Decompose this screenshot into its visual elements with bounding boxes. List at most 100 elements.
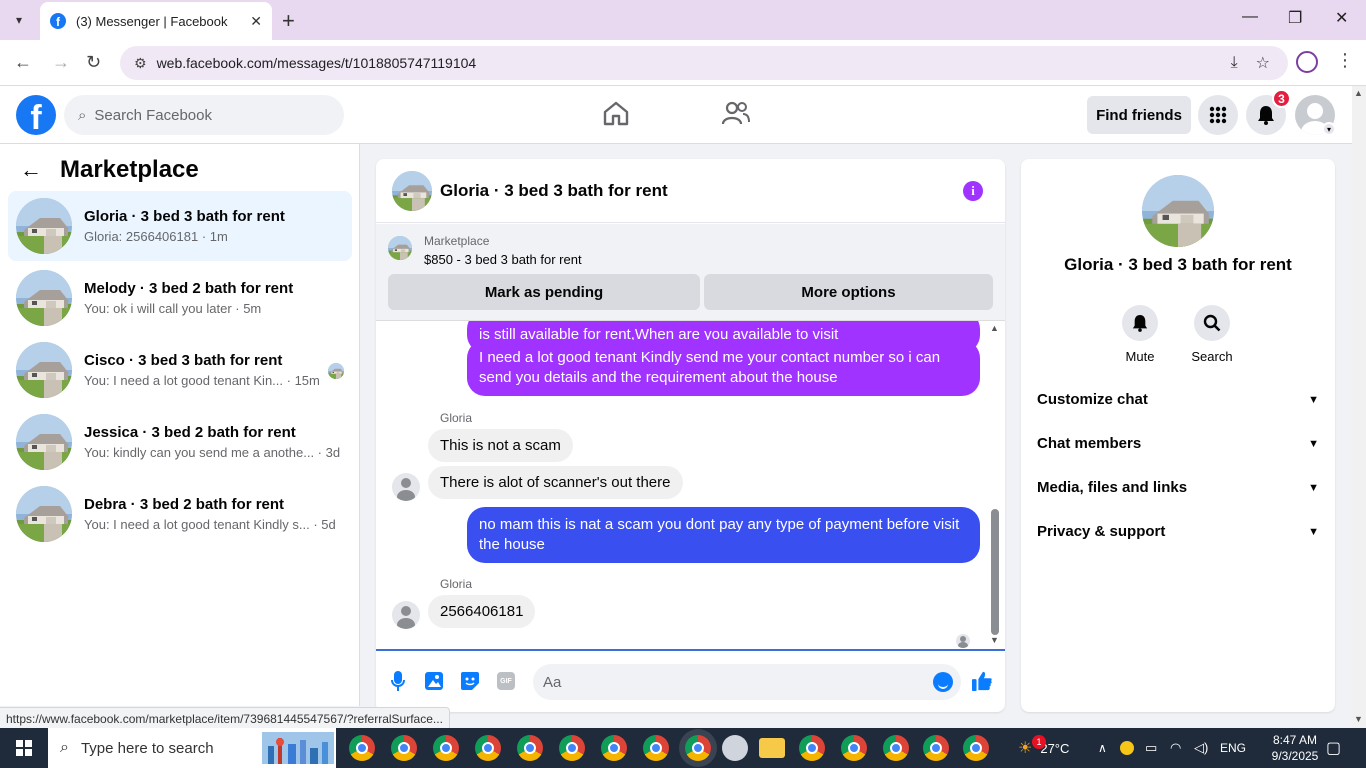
address-bar[interactable]: ⚙ web.facebook.com/messages/t/1018805747… bbox=[120, 46, 1288, 80]
chrome-icon[interactable] bbox=[963, 735, 989, 761]
url-text[interactable]: web.facebook.com/messages/t/101880574711… bbox=[157, 55, 1231, 71]
chrome-icon[interactable] bbox=[475, 735, 501, 761]
friends-icon[interactable] bbox=[721, 100, 751, 133]
chrome-icon[interactable] bbox=[643, 735, 669, 761]
incoming-message[interactable]: This is not a scam bbox=[428, 429, 573, 462]
outgoing-message[interactable]: I need a lot good tenant Kindly send me … bbox=[467, 340, 980, 396]
listing-thumbnail[interactable] bbox=[388, 236, 412, 260]
microphone-icon[interactable] bbox=[388, 671, 408, 691]
tray-app-icon[interactable] bbox=[1120, 728, 1134, 768]
conversation-item[interactable]: Melody · 3 bed 2 bath for rent You: ok i… bbox=[8, 263, 352, 333]
message-list[interactable]: is still available for rent,When are you… bbox=[376, 321, 1005, 649]
incoming-message[interactable]: There is alot of scanner's out there bbox=[428, 466, 683, 499]
find-friends-button[interactable]: Find friends bbox=[1087, 96, 1191, 134]
account-caret-icon[interactable]: ▾ bbox=[1322, 122, 1336, 136]
network-icon[interactable]: ◠ bbox=[1170, 728, 1181, 768]
minimize-icon[interactable]: — bbox=[1242, 8, 1258, 26]
more-options-button[interactable]: More options bbox=[704, 274, 993, 310]
thumbs-up-icon[interactable] bbox=[972, 671, 992, 691]
chrome-icon[interactable] bbox=[923, 735, 949, 761]
mark-as-pending-button[interactable]: Mark as pending bbox=[388, 274, 700, 310]
scroll-down-icon[interactable]: ▼ bbox=[1354, 714, 1363, 724]
back-arrow-icon[interactable]: ← bbox=[20, 157, 42, 183]
facebook-logo-icon[interactable]: f bbox=[16, 95, 56, 135]
taskbar-search-input[interactable] bbox=[80, 739, 251, 757]
browser-profile-icon[interactable] bbox=[1296, 51, 1318, 73]
message-input-box[interactable] bbox=[533, 664, 961, 700]
language-indicator[interactable]: ENG bbox=[1220, 728, 1246, 768]
chrome-icon[interactable] bbox=[799, 735, 825, 761]
chrome-icon[interactable] bbox=[559, 735, 585, 761]
page-scrollbar[interactable]: ▲ ▼ bbox=[1352, 86, 1366, 728]
file-explorer-icon[interactable] bbox=[759, 738, 785, 758]
chrome-icon[interactable] bbox=[841, 735, 867, 761]
browser-tab[interactable]: f (3) Messenger | Facebook ✕ bbox=[40, 2, 272, 40]
listing-avatar[interactable] bbox=[1142, 175, 1214, 247]
scroll-up-icon[interactable]: ▲ bbox=[990, 323, 999, 333]
media-files-links-section[interactable]: Media, files and links ▼ bbox=[1037, 479, 1319, 496]
battery-icon[interactable]: ▭ bbox=[1145, 728, 1157, 768]
facebook-search-input[interactable] bbox=[94, 106, 315, 124]
chrome-icon[interactable] bbox=[883, 735, 909, 761]
notification-center-icon[interactable]: ▢ bbox=[1326, 728, 1341, 768]
app-icon[interactable] bbox=[722, 735, 748, 761]
home-icon[interactable] bbox=[602, 100, 630, 133]
menu-grid-icon[interactable] bbox=[1198, 95, 1238, 135]
chrome-icon[interactable] bbox=[391, 735, 417, 761]
outgoing-message[interactable]: no mam this is nat a scam you dont pay a… bbox=[467, 507, 980, 563]
clock[interactable]: 8:47 AM 9/3/2025 bbox=[1262, 732, 1328, 764]
reload-icon[interactable]: ↻ bbox=[86, 52, 101, 73]
weather-widget[interactable]: ☀ 27°C bbox=[1018, 728, 1069, 768]
chrome-icon[interactable] bbox=[685, 735, 711, 761]
conversation-item[interactable]: Cisco · 3 bed 3 bath for rent You: I nee… bbox=[8, 335, 352, 405]
chrome-icon[interactable] bbox=[433, 735, 459, 761]
bell-icon[interactable] bbox=[1122, 305, 1158, 341]
chevron-down-icon: ▼ bbox=[1308, 481, 1319, 494]
browser-menu-icon[interactable]: ⋮ bbox=[1336, 50, 1354, 71]
photo-icon[interactable] bbox=[424, 671, 444, 691]
conversation-item[interactable]: Gloria · 3 bed 3 bath for rent Gloria: 2… bbox=[8, 191, 352, 261]
conversation-item[interactable]: Jessica · 3 bed 2 bath for rent You: kin… bbox=[8, 407, 352, 477]
window-close-icon[interactable]: ✕ bbox=[1335, 8, 1348, 28]
start-button[interactable] bbox=[0, 728, 48, 768]
chat-members-section[interactable]: Chat members ▼ bbox=[1037, 435, 1319, 452]
customize-chat-section[interactable]: Customize chat ▼ bbox=[1037, 391, 1319, 408]
chat-title[interactable]: Gloria · 3 bed 3 bath for rent bbox=[440, 181, 668, 201]
mute-action[interactable]: Mute bbox=[1110, 305, 1170, 364]
site-info-icon[interactable]: ⚙ bbox=[134, 55, 147, 72]
chrome-icon[interactable] bbox=[601, 735, 627, 761]
chrome-icon[interactable] bbox=[517, 735, 543, 761]
emoji-icon[interactable] bbox=[933, 672, 953, 692]
tab-search-dropdown-icon[interactable]: ▾ bbox=[6, 8, 32, 32]
restore-icon[interactable]: ❐ bbox=[1288, 8, 1302, 28]
sticker-icon[interactable] bbox=[460, 671, 480, 691]
forward-icon[interactable]: → bbox=[52, 52, 70, 73]
search-action[interactable]: Search bbox=[1182, 305, 1242, 364]
scroll-down-icon[interactable]: ▼ bbox=[990, 635, 999, 645]
chat-avatar[interactable] bbox=[392, 170, 432, 211]
incoming-message[interactable]: 2566406181 bbox=[428, 595, 536, 628]
search-icon[interactable] bbox=[1194, 305, 1230, 341]
gif-icon[interactable]: GIF bbox=[496, 671, 516, 691]
facebook-search-box[interactable]: ⌕ bbox=[64, 95, 344, 135]
tab-close-icon[interactable]: ✕ bbox=[250, 13, 262, 30]
sender-avatar[interactable] bbox=[392, 601, 420, 629]
chrome-icon[interactable] bbox=[349, 735, 375, 761]
bookmark-star-icon[interactable]: ☆ bbox=[1256, 53, 1270, 73]
info-icon[interactable]: i bbox=[963, 181, 983, 201]
volume-icon[interactable]: ◁) bbox=[1194, 728, 1208, 768]
back-icon[interactable]: ← bbox=[14, 52, 32, 73]
message-scrollbar[interactable]: ▲ ▼ bbox=[989, 321, 1001, 649]
privacy-support-section[interactable]: Privacy & support ▼ bbox=[1037, 523, 1319, 540]
listing-title[interactable]: $850 - 3 bed 3 bath for rent bbox=[424, 252, 582, 267]
weather-icon: ☀ bbox=[1018, 740, 1033, 757]
conversation-item[interactable]: Debra · 3 bed 2 bath for rent You: I nee… bbox=[8, 479, 352, 549]
message-input[interactable] bbox=[543, 673, 933, 691]
scroll-up-icon[interactable]: ▲ bbox=[1354, 88, 1363, 98]
sender-avatar[interactable] bbox=[392, 473, 420, 501]
show-hidden-icons-icon[interactable]: ∧ bbox=[1098, 728, 1107, 768]
conversation-title: Gloria · 3 bed 3 bath for rent bbox=[1064, 255, 1292, 274]
scrollbar-thumb[interactable] bbox=[991, 509, 999, 635]
new-tab-icon[interactable]: + bbox=[282, 8, 295, 34]
install-app-icon[interactable]: ⤓ bbox=[1231, 54, 1238, 72]
